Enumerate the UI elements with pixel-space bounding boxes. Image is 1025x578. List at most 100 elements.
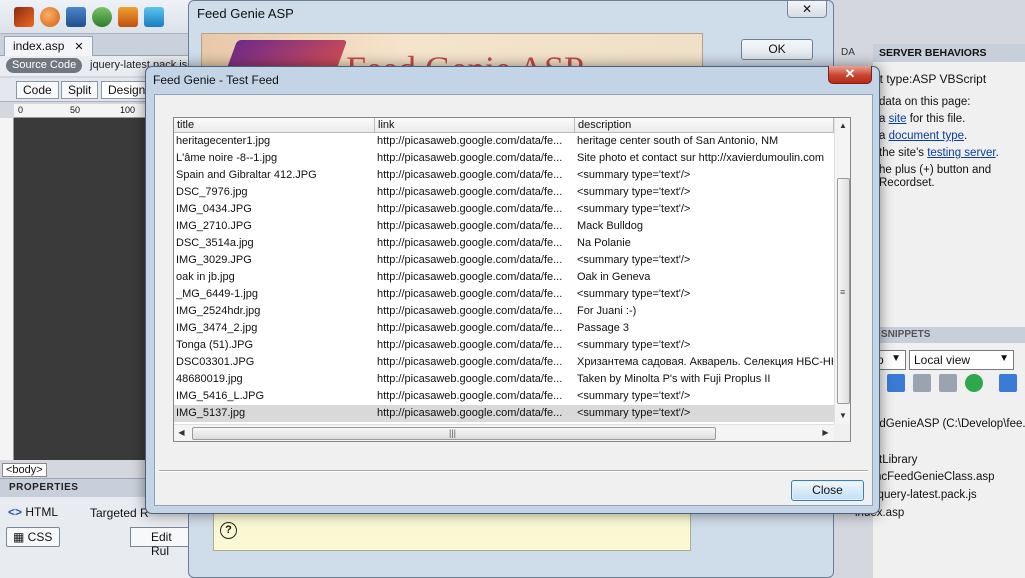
column-header-title[interactable]: title xyxy=(174,118,375,133)
code-view-button[interactable]: Code xyxy=(16,81,59,99)
table-row[interactable]: 48680019.jpg http://picasaweb.google.com/… xyxy=(174,371,834,388)
css-mode-button[interactable]: ▦ CSS xyxy=(6,527,60,547)
table-row[interactable]: DSC03301.JPG http://picasaweb.google.com/… xyxy=(174,354,834,371)
table-row[interactable]: IMG_5137.jpg http://picasaweb.google.com/… xyxy=(174,405,834,422)
instructions-line: a site for this file. xyxy=(879,113,966,125)
source-code-button[interactable]: Source Code xyxy=(6,58,83,73)
tab-databases[interactable]: DA xyxy=(841,47,855,58)
cell-link: http://picasaweb.google.com/data/fe... xyxy=(377,373,563,385)
scroll-left-icon[interactable]: ◀ xyxy=(174,425,189,441)
table-row[interactable]: IMG_3474_2.jpg http://picasaweb.google.co… xyxy=(174,320,834,337)
table-row[interactable]: L'âme noire -8--1.jpg http://picasaweb.go… xyxy=(174,150,834,167)
site-link[interactable]: site xyxy=(889,113,907,125)
column-header-description[interactable]: description xyxy=(575,118,834,133)
document-tab[interactable]: index.asp ✕ xyxy=(4,36,93,56)
feed-data-grid[interactable]: title link description heritagecenter1.j… xyxy=(173,117,851,442)
cell-description: <summary type='text'/> xyxy=(577,254,691,266)
chevron-down-icon: ▼ xyxy=(999,353,1009,364)
cell-link: http://picasaweb.google.com/data/fe... xyxy=(377,152,563,164)
cell-title: Tonga (51).JPG xyxy=(176,339,254,351)
put-icon[interactable] xyxy=(887,374,905,392)
cell-link: http://picasaweb.google.com/data/fe... xyxy=(377,407,563,419)
close-icon[interactable]: ✕ xyxy=(787,1,827,18)
table-row[interactable]: oak in jb.jpg http://picasaweb.google.com… xyxy=(174,269,834,286)
table-row[interactable]: Spain and Gibraltar 412.JPG http://picasa… xyxy=(174,167,834,184)
help-icon[interactable]: ? xyxy=(220,522,237,539)
table-row[interactable]: IMG_0434.JPG http://picasaweb.google.com/… xyxy=(174,201,834,218)
cell-description: <summary type='text'/> xyxy=(577,390,691,402)
table-row[interactable]: IMG_3029.JPG http://picasaweb.google.com/… xyxy=(174,252,834,269)
separator xyxy=(159,470,868,472)
scroll-up-icon[interactable]: ▲ xyxy=(835,118,850,133)
tag-selector-body[interactable]: <body> xyxy=(2,463,47,477)
tab-server-behaviors[interactable]: SERVER BEHAVIORS xyxy=(879,47,987,59)
cell-description: Site photo et contact sur http://xavierd… xyxy=(577,152,825,164)
table-row[interactable]: _MG_6449-1.jpg http://picasaweb.google.co… xyxy=(174,286,834,303)
tree-item[interactable]: jquery-latest.pack.js xyxy=(875,489,977,501)
grip-icon: ≡ xyxy=(840,287,846,297)
tree-item[interactable]: edGenieASP (C:\Develop\fee... xyxy=(873,418,1025,430)
document-type-link[interactable]: document type xyxy=(889,130,964,142)
vertical-scrollbar[interactable]: ▲ ≡ ▼ xyxy=(834,118,850,424)
cell-title: _MG_6449-1.jpg xyxy=(176,288,258,300)
cell-title: IMG_3029.JPG xyxy=(176,254,252,266)
scroll-right-icon[interactable]: ▶ xyxy=(818,425,833,441)
refresh-icon[interactable] xyxy=(144,6,164,27)
cell-title: IMG_0434.JPG xyxy=(176,203,252,215)
cell-link: http://picasaweb.google.com/data/fe... xyxy=(377,220,563,232)
column-header-link[interactable]: link xyxy=(375,118,575,133)
dialog-title: Feed Genie - Test Feed xyxy=(153,73,279,87)
dialog-client-area: title link description heritagecenter1.j… xyxy=(154,94,873,506)
horizontal-scrollbar[interactable]: ◀ ||| ▶ xyxy=(174,424,834,441)
close-button[interactable]: Close xyxy=(791,480,864,501)
cell-link: http://picasaweb.google.com/data/fe... xyxy=(377,322,563,334)
cell-title: oak in jb.jpg xyxy=(176,271,235,283)
tree-item[interactable]: tLibrary xyxy=(879,454,917,466)
close-icon[interactable]: ✕ xyxy=(74,41,83,53)
close-icon[interactable]: ✕ xyxy=(828,66,872,84)
view-select[interactable]: Local view ▼ xyxy=(909,350,1014,370)
scroll-down-icon[interactable]: ▼ xyxy=(835,408,850,423)
cell-title: L'âme noire -8--1.jpg xyxy=(176,152,278,164)
table-row[interactable]: DSC_7976.jpg http://picasaweb.google.com/… xyxy=(174,184,834,201)
table-row[interactable]: heritagecenter1.jpg http://picasaweb.goog… xyxy=(174,133,834,150)
scroll-thumb[interactable]: ≡ xyxy=(837,178,850,404)
testing-server-link[interactable]: testing server xyxy=(927,147,995,159)
check-out-icon[interactable] xyxy=(939,374,957,392)
scrollbar-corner xyxy=(834,424,850,441)
globe-icon[interactable] xyxy=(40,6,60,27)
cell-description: Passage 3 xyxy=(577,322,629,334)
expand-icon[interactable] xyxy=(999,374,1017,392)
table-row[interactable]: DSC_3514a.jpg http://picasaweb.google.com… xyxy=(174,235,834,252)
cell-title: IMG_2524hdr.jpg xyxy=(176,305,261,317)
split-view-button[interactable]: Split xyxy=(61,81,99,99)
cell-link: http://picasaweb.google.com/data/fe... xyxy=(377,254,563,266)
cell-title: IMG_5137.jpg xyxy=(176,407,246,419)
cell-title: heritagecenter1.jpg xyxy=(176,135,271,147)
cell-link: http://picasaweb.google.com/data/fe... xyxy=(377,271,563,283)
cell-link: http://picasaweb.google.com/data/fe... xyxy=(377,169,563,181)
cell-title: IMG_2710.JPG xyxy=(176,220,252,232)
scroll-thumb[interactable]: ||| xyxy=(192,427,716,440)
vertical-ruler xyxy=(0,118,14,460)
cell-title: IMG_3474_2.jpg xyxy=(176,322,258,334)
html-mode-button[interactable]: <> HTML xyxy=(8,505,58,519)
check-in-icon[interactable] xyxy=(913,374,931,392)
cell-link: http://picasaweb.google.com/data/fe... xyxy=(377,339,563,351)
tab-snippets[interactable]: SNIPPETS xyxy=(881,329,930,340)
cell-title: Spain and Gibraltar 412.JPG xyxy=(176,169,317,181)
table-row[interactable]: IMG_2524hdr.jpg http://picasaweb.google.c… xyxy=(174,303,834,320)
cell-link: http://picasaweb.google.com/data/fe... xyxy=(377,356,563,368)
table-row[interactable]: Tonga (51).JPG http://picasaweb.google.co… xyxy=(174,337,834,354)
ok-button[interactable]: OK xyxy=(741,39,813,60)
table-row[interactable]: IMG_2710.JPG http://picasaweb.google.com/… xyxy=(174,218,834,235)
check-icon[interactable] xyxy=(92,6,112,27)
film-icon[interactable] xyxy=(14,6,34,27)
cell-description: <summary type='text'/> xyxy=(577,169,691,181)
layout-icon[interactable] xyxy=(66,6,86,27)
tree-item[interactable]: ncFeedGenieClass.asp xyxy=(875,471,995,483)
table-row[interactable]: IMG_5416_L.JPG http://picasaweb.google.co… xyxy=(174,388,834,405)
document-tab-bar: index.asp ✕ xyxy=(0,34,200,56)
browser-icon[interactable] xyxy=(118,6,138,27)
sync-icon[interactable] xyxy=(965,374,983,392)
